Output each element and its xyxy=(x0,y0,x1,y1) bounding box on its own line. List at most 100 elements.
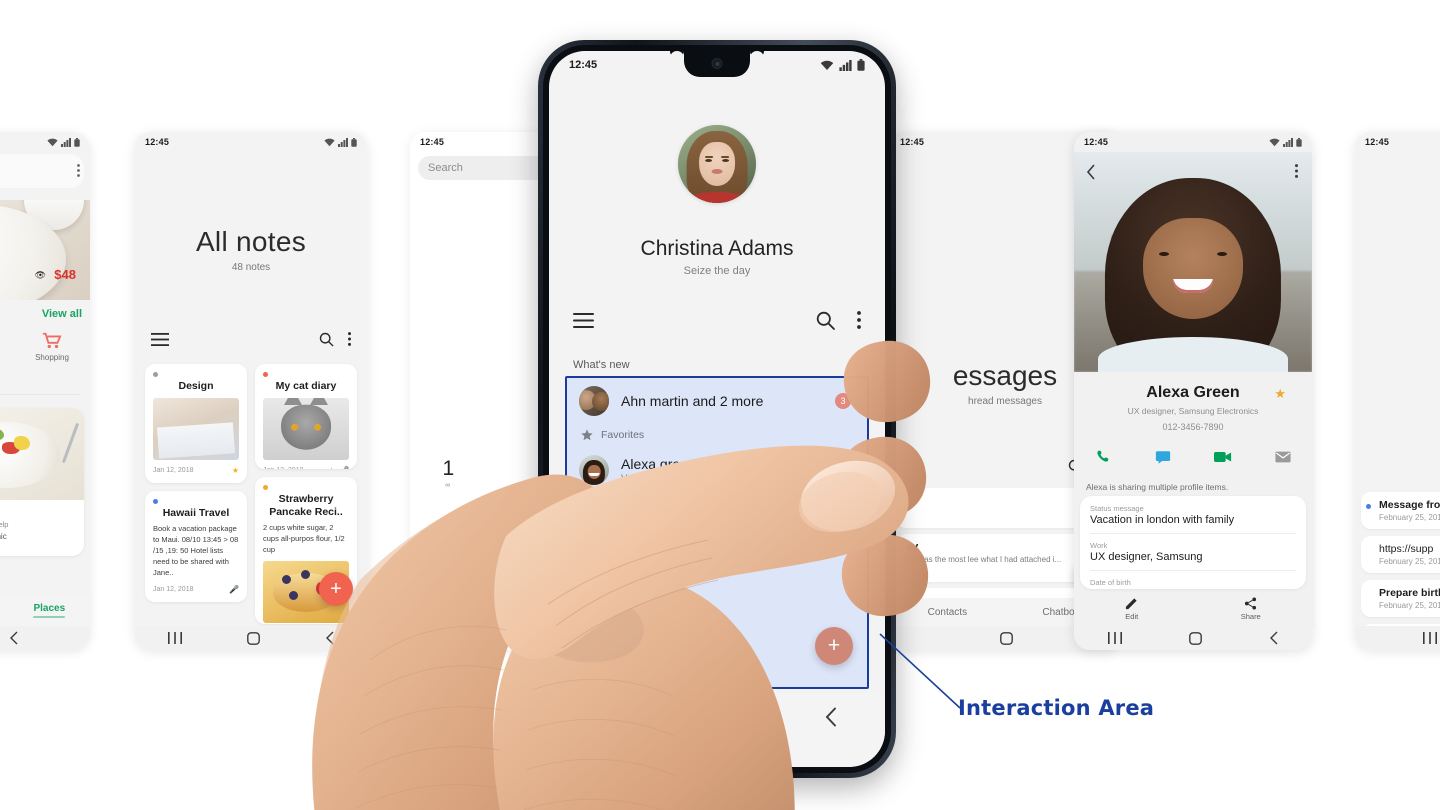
status-icons xyxy=(820,59,865,71)
tab-places[interactable]: Places xyxy=(33,603,66,618)
share-button[interactable]: Share xyxy=(1241,597,1261,621)
star-icon[interactable]: ★ xyxy=(232,466,239,475)
back-chevron-icon[interactable] xyxy=(824,707,838,727)
back-chevron-icon[interactable] xyxy=(1269,631,1279,645)
battery-icon xyxy=(857,59,865,71)
quick-action-shopping[interactable]: Shopping xyxy=(14,332,90,386)
more-vertical-icon[interactable] xyxy=(77,164,80,177)
profile-field: Date of birth xyxy=(1090,578,1131,587)
note-thumbnail xyxy=(263,397,349,460)
divider xyxy=(0,394,80,395)
contacts-toolbar-right xyxy=(816,311,861,330)
email-action[interactable] xyxy=(1274,451,1291,463)
photo-face xyxy=(1143,218,1243,320)
recents-icon[interactable] xyxy=(167,632,182,644)
note-card[interactable]: My cat diary Jan 12, 2018 xyxy=(255,364,357,470)
quick-action-home-services[interactable]: meices xyxy=(0,332,14,386)
avatar-brow xyxy=(721,156,730,159)
note-icons: ★ xyxy=(232,466,239,475)
microphone-icon[interactable]: 🎤 xyxy=(339,466,349,469)
back-chevron-icon[interactable] xyxy=(1086,164,1096,180)
group-contact-row[interactable]: Ahn martin and 2 more 3 xyxy=(567,378,867,424)
more-vertical-icon[interactable] xyxy=(857,311,861,329)
pencil-icon xyxy=(1126,598,1137,610)
profile-fields: Status message Vacation in london with f… xyxy=(1080,496,1306,589)
phone-profile: 12:45 Alexa Green ★ UX designer, Samsung… xyxy=(1074,132,1312,650)
star-icon[interactable]: ★ xyxy=(1274,386,1286,402)
contact-row-alexa[interactable]: Alexa green Vacation in london with fami… xyxy=(567,446,867,494)
reminder-item[interactable]: Prepare birth Febnuary 25, 2017 xyxy=(1361,580,1440,617)
note-date: Jan 12, 2018 xyxy=(263,467,303,469)
interaction-area-region[interactable]: Ahn martin and 2 more 3 Favorites Alexa … xyxy=(565,376,869,689)
signal-icon xyxy=(839,59,852,71)
add-note-fab[interactable]: + xyxy=(319,572,353,606)
views-icon: 👁 xyxy=(34,270,46,280)
contact-row-lindsey[interactable]: Lindsey Smith xyxy=(567,495,867,539)
callout-leader-line xyxy=(879,633,961,709)
reminder-item[interactable]: Message fro Febnuary 25, 2017 xyxy=(1361,492,1440,529)
note-date: Jan 12, 2018 xyxy=(153,585,194,593)
search-icon[interactable] xyxy=(816,311,835,330)
hamburger-menu-icon[interactable] xyxy=(151,332,169,346)
unread-badge: 3 xyxy=(835,393,851,409)
places-hero-image: 👁 $48 xyxy=(0,200,90,300)
video-call-action[interactable] xyxy=(1213,451,1232,463)
view-all-link[interactable]: View all xyxy=(42,308,82,320)
home-square-icon[interactable] xyxy=(709,707,729,726)
home-square-icon[interactable] xyxy=(246,631,260,645)
blueberry xyxy=(281,574,291,584)
note-card[interactable]: Design Jan 12, 2018 ★ xyxy=(145,364,247,483)
system-nav-bar xyxy=(0,626,90,650)
places-top-bar xyxy=(0,154,84,188)
avatar-lips xyxy=(711,169,723,175)
screenshot-root: 12:45 👁 $48 xyxy=(0,0,1440,810)
profile-bottom-actions: Edit Share xyxy=(1074,592,1312,626)
recents-icon[interactable] xyxy=(1423,632,1437,644)
note-card[interactable]: Hawaii Travel Book a vacation package to… xyxy=(145,490,247,602)
add-contact-fab[interactable]: + xyxy=(815,627,853,665)
phone-notes-screen: 12:45 All notes 48 notes Design Jan 12, … xyxy=(135,132,367,650)
contact-row-agatha[interactable]: Agath xyxy=(567,561,867,605)
tab-contacts[interactable]: Contacts xyxy=(928,607,967,618)
contact-phone: 012-3456-7890 xyxy=(1162,422,1224,432)
group-contact-name: Ahn martin and 2 more xyxy=(621,393,764,409)
place-card[interactable]: en Pot ★★ (17) on Yelp n / $$ / Organic xyxy=(0,408,84,556)
system-nav-bar xyxy=(1355,626,1440,650)
edit-button[interactable]: Edit xyxy=(1125,597,1138,621)
message-action[interactable] xyxy=(1155,450,1171,464)
avatar[interactable] xyxy=(678,125,756,203)
more-vertical-icon[interactable] xyxy=(348,332,351,346)
avatar-brow xyxy=(704,156,713,159)
dialpad-key-1[interactable]: 1 ∞ xyxy=(410,452,487,495)
search-icon[interactable] xyxy=(319,332,334,347)
signal-icon xyxy=(61,137,71,147)
place-photo xyxy=(0,408,84,500)
microphone-icon[interactable]: 🎤 xyxy=(229,585,239,594)
hamburger-menu-icon[interactable] xyxy=(573,312,594,328)
dialpad-key-4[interactable]: 4 GHI xyxy=(410,517,487,560)
photo-eye xyxy=(1216,252,1227,257)
back-chevron-icon[interactable] xyxy=(325,631,335,645)
cat-ear xyxy=(310,397,329,405)
phone-notes: 12:45 All notes 48 notes Design Jan 12, … xyxy=(135,132,367,650)
waterdrop-notch xyxy=(684,51,750,77)
search-placeholder: Search xyxy=(428,162,463,174)
note-title: Strawberry Pancake Reci.. xyxy=(269,493,343,518)
call-action[interactable] xyxy=(1096,449,1112,465)
main-phone: 12:45 Christina Adams Seize the day What… xyxy=(538,40,896,778)
place-rating: ★★ (17) on Yelp xyxy=(0,520,9,529)
back-chevron-icon[interactable] xyxy=(9,631,19,645)
phone-reminder: 12:45 Re 2 ov Message fro Febnuary 25, 2… xyxy=(1355,132,1440,650)
profile-status-message: Seize the day xyxy=(683,265,751,277)
battery-icon xyxy=(74,137,80,147)
contact-avatar xyxy=(579,502,609,532)
cat-eye xyxy=(291,423,299,431)
star-icon[interactable]: ★ xyxy=(328,466,335,469)
note-title: Hawaii Travel xyxy=(162,506,230,519)
status-bar: 12:45 xyxy=(1074,132,1312,152)
more-vertical-icon[interactable] xyxy=(1295,164,1298,178)
status-time: 12:45 xyxy=(1365,137,1390,147)
reminder-item[interactable]: https://supp Febnuary 25, 2017 xyxy=(1361,536,1440,573)
price-label: $48 xyxy=(54,267,76,282)
interaction-area-callout xyxy=(879,633,961,709)
